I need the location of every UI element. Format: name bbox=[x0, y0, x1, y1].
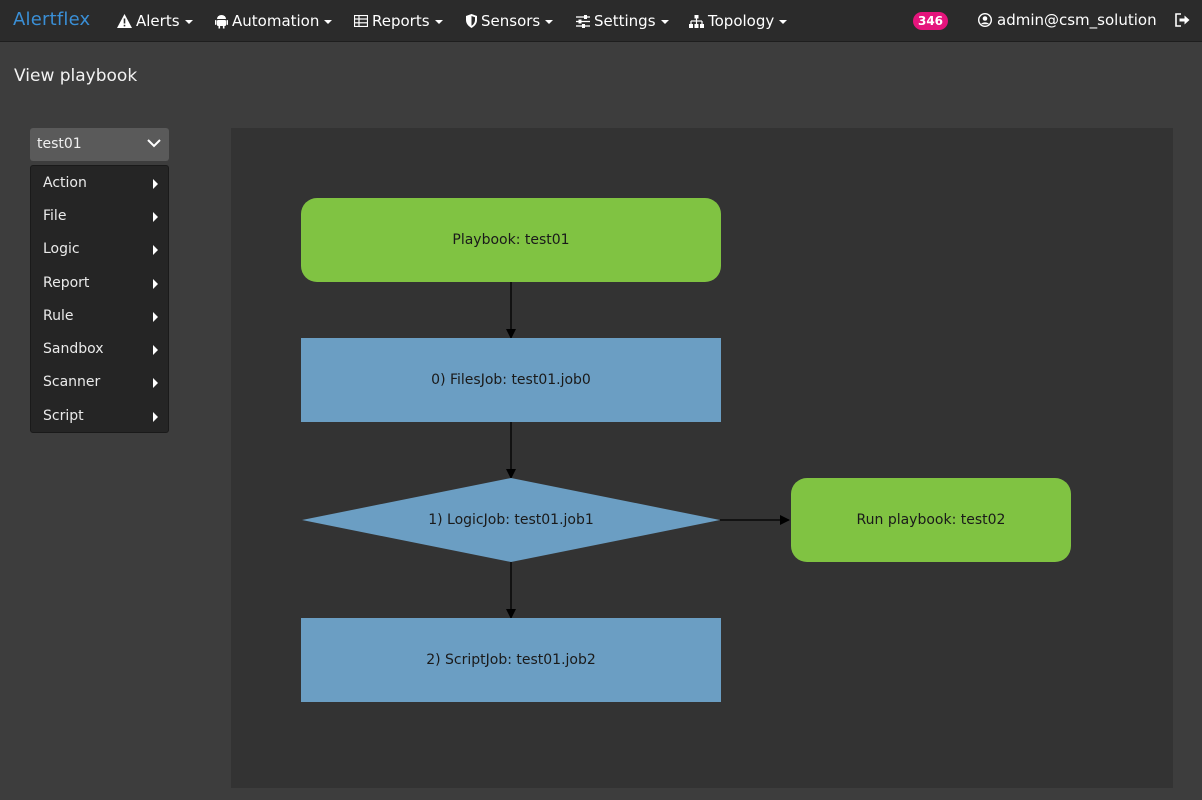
node-label: 1) LogicJob: test01.job1 bbox=[428, 512, 594, 528]
menu-item-label: File bbox=[43, 208, 67, 224]
sliders-icon bbox=[576, 14, 590, 28]
menu-item-label: Logic bbox=[43, 241, 80, 257]
job-type-menu: Action File Logic Report Rule Sandbox Sc… bbox=[30, 165, 169, 433]
caret-down-icon bbox=[324, 20, 333, 24]
caret-right-icon bbox=[153, 345, 158, 355]
caret-down-icon bbox=[779, 20, 788, 24]
caret-right-icon bbox=[153, 412, 158, 422]
caret-right-icon bbox=[153, 312, 158, 322]
chevron-down-icon bbox=[147, 139, 161, 148]
node-playbook-start[interactable]: Playbook: test01 bbox=[301, 198, 721, 282]
user-name: admin@csm_solution bbox=[997, 11, 1157, 29]
playbook-flow-diagram: Playbook: test01 0) FilesJob: test01.job… bbox=[301, 198, 1071, 702]
caret-right-icon bbox=[153, 212, 158, 222]
caret-down-icon bbox=[545, 20, 554, 24]
menu-item-label: Script bbox=[43, 408, 84, 424]
nav-settings-label: Settings bbox=[594, 12, 656, 30]
sign-out-icon bbox=[1175, 13, 1190, 27]
menu-item-scanner[interactable]: Scanner bbox=[31, 366, 168, 399]
node-job2[interactable]: 2) ScriptJob: test01.job2 bbox=[301, 618, 721, 702]
caret-right-icon bbox=[153, 245, 158, 255]
node-label: 2) ScriptJob: test01.job2 bbox=[426, 652, 596, 668]
table-icon bbox=[354, 15, 368, 27]
page-title: View playbook bbox=[14, 66, 138, 86]
caret-right-icon bbox=[153, 279, 158, 289]
nav-reports-label: Reports bbox=[372, 12, 430, 30]
menu-item-label: Scanner bbox=[43, 374, 101, 390]
top-navbar: Alertflex Alerts Automation Reports Sens… bbox=[0, 0, 1202, 42]
caret-down-icon bbox=[184, 20, 193, 24]
playbook-diagram-canvas[interactable]: Playbook: test01 0) FilesJob: test01.job… bbox=[231, 128, 1173, 788]
menu-item-action[interactable]: Action bbox=[31, 167, 168, 200]
menu-item-script[interactable]: Script bbox=[31, 400, 168, 433]
nav-topology[interactable]: Topology bbox=[689, 11, 788, 31]
menu-item-sandbox[interactable]: Sandbox bbox=[31, 333, 168, 366]
node-run-playbook[interactable]: Run playbook: test02 bbox=[791, 478, 1071, 562]
nav-topology-label: Topology bbox=[708, 12, 775, 30]
caret-down-icon bbox=[434, 20, 443, 24]
caret-right-icon bbox=[153, 179, 158, 189]
warning-icon bbox=[117, 14, 132, 28]
node-job1[interactable]: 1) LogicJob: test01.job1 bbox=[302, 478, 720, 562]
shield-icon bbox=[466, 14, 477, 28]
alerts-count-badge[interactable]: 346 bbox=[913, 12, 948, 30]
menu-item-report[interactable]: Report bbox=[31, 267, 168, 300]
node-label: Run playbook: test02 bbox=[857, 512, 1006, 528]
brand-logo[interactable]: Alertflex bbox=[13, 9, 90, 30]
logout-button[interactable] bbox=[1175, 12, 1190, 31]
playbook-select[interactable]: test01 bbox=[30, 128, 169, 161]
nav-sensors-label: Sensors bbox=[481, 12, 541, 30]
caret-right-icon bbox=[153, 378, 158, 388]
menu-item-logic[interactable]: Logic bbox=[31, 233, 168, 266]
menu-item-file[interactable]: File bbox=[31, 200, 168, 233]
caret-down-icon bbox=[660, 20, 669, 24]
menu-item-label: Rule bbox=[43, 308, 74, 324]
android-icon bbox=[215, 14, 228, 28]
nav-alerts-label: Alerts bbox=[136, 12, 180, 30]
nav-reports[interactable]: Reports bbox=[354, 11, 443, 31]
nav-alerts[interactable]: Alerts bbox=[117, 11, 193, 31]
node-label: Playbook: test01 bbox=[452, 232, 569, 248]
playbook-select-value: test01 bbox=[37, 136, 82, 152]
nav-sensors[interactable]: Sensors bbox=[466, 11, 554, 31]
sitemap-icon bbox=[689, 14, 704, 28]
menu-item-rule[interactable]: Rule bbox=[31, 300, 168, 333]
user-circle-icon bbox=[978, 13, 992, 27]
node-job0[interactable]: 0) FilesJob: test01.job0 bbox=[301, 338, 721, 422]
nav-automation-label: Automation bbox=[232, 12, 320, 30]
menu-item-label: Action bbox=[43, 175, 87, 191]
nav-automation[interactable]: Automation bbox=[215, 11, 333, 31]
nav-settings[interactable]: Settings bbox=[576, 11, 669, 31]
user-menu[interactable]: admin@csm_solution bbox=[978, 11, 1157, 29]
menu-item-label: Sandbox bbox=[43, 341, 104, 357]
menu-item-label: Report bbox=[43, 275, 90, 291]
node-label: 0) FilesJob: test01.job0 bbox=[431, 372, 591, 388]
